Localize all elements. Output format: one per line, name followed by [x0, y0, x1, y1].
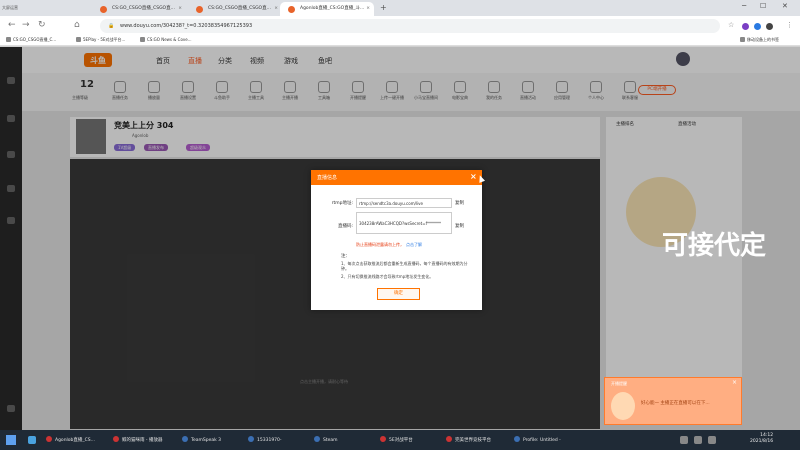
maximize-icon[interactable]: ☐	[760, 2, 766, 10]
system-clock[interactable]: 14:12 2021/8/16	[750, 433, 773, 445]
note-heading: 注：	[341, 254, 350, 259]
browser-titlebar: 大屏运营 CS:GO_CSGO直播_CSGO直... × CS:GO_CSGO直…	[0, 0, 800, 16]
overlay-watermark-text: 可接代定	[662, 231, 767, 261]
browser-tab-4-active[interactable]: Agonlob直播_CS:GO直播_斗... ×	[280, 2, 374, 16]
windows-start-icon[interactable]	[6, 435, 16, 445]
reload-icon[interactable]: ↻	[38, 20, 46, 30]
close-window-icon[interactable]: ✕	[782, 2, 788, 10]
rtmp-address-field[interactable]	[356, 198, 452, 208]
copy-rtmp-button[interactable]: 复制	[455, 200, 464, 206]
taskbar-app[interactable]: Steam	[314, 436, 338, 443]
bookmark-item[interactable]: CS:GO_CSGO直播_C...	[6, 37, 56, 43]
popup-avatar	[611, 392, 635, 420]
windows-taskbar: Agonlob直播_CS... 鲸的猫咪雨 - 播放器 TeamSpeak 3 …	[0, 430, 800, 450]
taskbar-app[interactable]: Profile: Untitled -	[514, 436, 561, 443]
taskbar-app[interactable]: 5E对战平台	[380, 436, 413, 443]
learn-more-link[interactable]: 点击了解	[406, 242, 422, 247]
tab-close-icon[interactable]: ×	[274, 2, 278, 16]
browser-tab-gap-39	[188, 2, 214, 16]
window-corner-label: 大屏运营	[2, 5, 18, 10]
taskbar-app[interactable]: 完美世界竞技平台	[446, 436, 491, 443]
address-url: www.douyu.com/304238?_t=0.32038354967125…	[120, 23, 253, 29]
taskbar-app[interactable]: 鲸的猫咪雨 - 播放器	[113, 436, 162, 443]
taskbar-app[interactable]: TeamSpeak 3	[182, 436, 221, 443]
leak-warning: 防止直播码泄露请勿上传， 点击了解	[356, 242, 422, 248]
taskbar-app[interactable]: 15331970-	[248, 436, 282, 443]
popup-text: 好心能一 主播正在直播可以在下...	[641, 401, 710, 406]
popup-close-icon[interactable]: ×	[732, 379, 737, 386]
home-icon[interactable]: ⌂	[74, 20, 80, 30]
network-icon[interactable]	[694, 436, 702, 444]
tab-label: CS:GO_CSGO直播_CSGO直...	[112, 6, 175, 11]
stream-key-label: 直播码:	[337, 224, 353, 229]
extension-icon[interactable]	[742, 23, 749, 30]
menu-dots-icon[interactable]: ⋮	[786, 21, 793, 29]
browser-tab-1[interactable]: CS:GO_CSGO直播_CSGO直... ×	[92, 2, 186, 16]
leak-warning-text: 防止直播码泄露请勿上传，	[356, 242, 404, 247]
modal-title: 直播信息	[317, 175, 338, 181]
tab-close-icon[interactable]: ×	[178, 2, 182, 16]
lock-icon: 🔒	[108, 23, 115, 29]
rtmp-label: rtmp地址:	[331, 201, 353, 206]
bookmark-star-icon[interactable]: ☆	[728, 21, 734, 29]
note-line: 2、只有切换推流线路才会导致rtmp地址发生变化。	[341, 274, 434, 279]
clock-date: 2021/8/16	[750, 439, 774, 444]
douyu-favicon-icon	[288, 6, 295, 13]
bookmark-item[interactable]: 5EPlay - 5E对战平台...	[76, 37, 125, 43]
forward-icon[interactable]: →	[22, 20, 30, 30]
popup-title: 开播提醒	[611, 381, 627, 386]
taskbar-app[interactable]: Agonlob直播_CS...	[46, 436, 95, 443]
note-line: 1、每次点击获取推流后都会重新生成直播码，每个直播码的有效期为分钟。	[341, 261, 468, 271]
bookmark-item[interactable]: CS:GO News & Cove...	[140, 37, 192, 42]
live-reminder-popup: 开播提醒 × 好心能一 主播正在直播可以在下...	[604, 377, 742, 425]
stream-key-field[interactable]	[356, 212, 452, 234]
mobile-bookmarks[interactable]: 移动设备上的书签	[740, 37, 779, 43]
browser-navbar: ← → ↻ ⌂ 🔒 www.douyu.com/304238?_t=0.3203…	[0, 16, 800, 36]
modal-close-icon[interactable]: ×	[470, 172, 477, 181]
stream-info-modal: 直播信息 × rtmp地址: 复制 直播码: 复制 防止直播码泄露请勿上传，点击…	[311, 170, 482, 310]
back-icon[interactable]: ←	[8, 20, 16, 30]
extension-icon[interactable]	[754, 23, 761, 30]
minimize-icon[interactable]: ─	[742, 2, 746, 10]
tab-close-icon[interactable]: ×	[366, 2, 370, 16]
search-icon[interactable]	[28, 436, 36, 444]
new-tab-icon[interactable]: +	[380, 3, 387, 12]
modal-header: 直播信息 ×	[311, 170, 482, 185]
tray-icon[interactable]	[680, 436, 688, 444]
address-bar[interactable]: 🔒 www.douyu.com/304238?_t=0.320383549671…	[100, 19, 720, 33]
extension-icon[interactable]	[766, 23, 773, 30]
tab-label: Agonlob直播_CS:GO直播_斗...	[300, 6, 365, 11]
bookmarks-bar: CS:GO_CSGO直播_C... 5EPlay - 5E对战平台... CS:…	[0, 36, 800, 46]
volume-icon[interactable]	[708, 436, 716, 444]
confirm-button[interactable]: 确定	[377, 288, 420, 300]
douyu-favicon-icon	[100, 6, 107, 13]
copy-key-button[interactable]: 复制	[455, 223, 464, 229]
